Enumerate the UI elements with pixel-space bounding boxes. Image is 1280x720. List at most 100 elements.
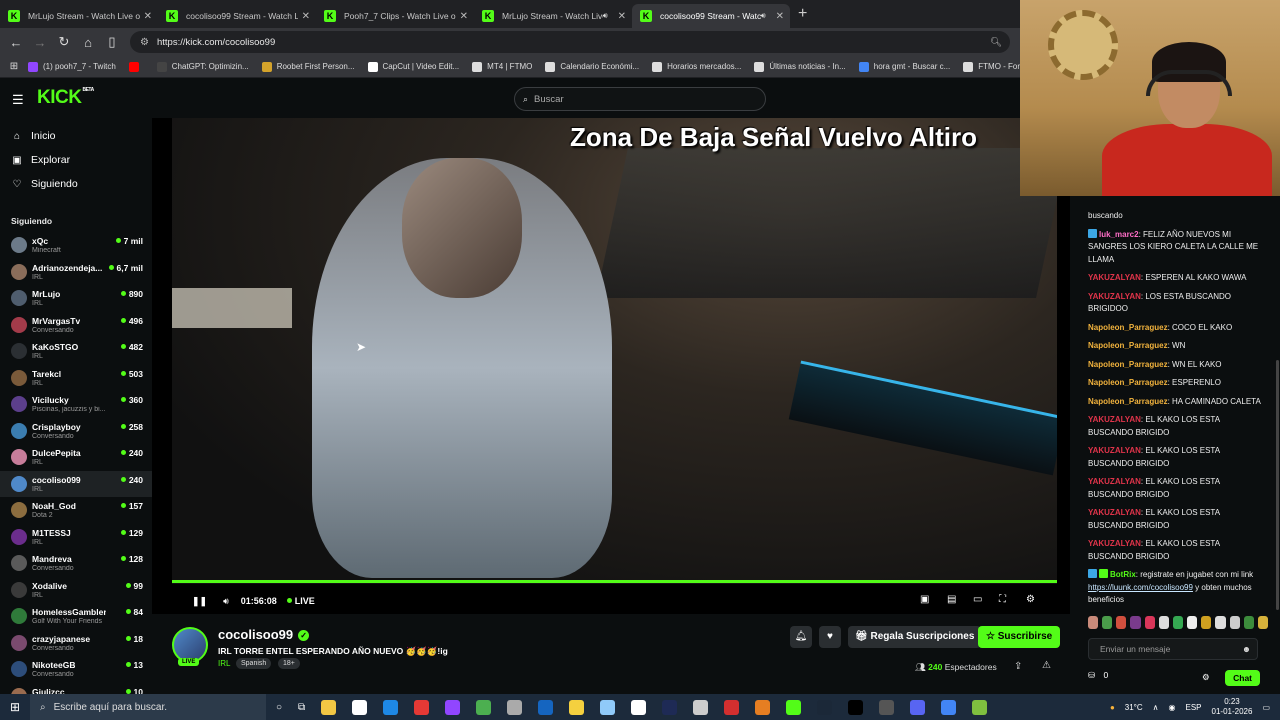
taskbar-app-icon[interactable]: [848, 699, 864, 715]
weather-icon[interactable]: ●: [1110, 703, 1115, 712]
chat-username[interactable]: YAKUZALYAN: [1088, 415, 1141, 424]
progress-bar[interactable]: [172, 580, 1057, 583]
taskbar-app-icon[interactable]: [879, 699, 895, 715]
chat-username[interactable]: YAKUZALYAN: [1088, 273, 1141, 282]
browser-tab[interactable]: K MrLujo Stream - Watch Live 🔊︎ ✕: [474, 4, 632, 28]
input-language[interactable]: ESP: [1186, 703, 1202, 712]
taskbar-app-icon[interactable]: [383, 699, 399, 715]
zoom-icon[interactable]: 🔍︎: [990, 37, 1002, 48]
sidebar-channel[interactable]: Crisplayboy Conversando 258: [0, 418, 152, 445]
emoji-icon[interactable]: ☻: [1242, 639, 1251, 659]
sidebar-channel[interactable]: DulcePepita IRL 240: [0, 444, 152, 471]
pause-icon[interactable]: ❚❚: [192, 596, 207, 607]
browser-tab[interactable]: K MrLujo Stream - Watch Live on ✕: [0, 4, 158, 28]
close-tab-icon[interactable]: ✕: [460, 11, 468, 22]
gift-subs-button[interactable]: 🎁︎ Regala Suscripciones: [848, 626, 982, 648]
sidebar-channel[interactable]: crazyjapanese Conversando 18: [0, 630, 152, 657]
menu-icon[interactable]: ☰: [12, 92, 24, 108]
taskbar-app-icon[interactable]: [755, 699, 771, 715]
settings-gear-icon[interactable]: ⚙: [1026, 594, 1035, 605]
weather-temp[interactable]: 31°C: [1125, 703, 1143, 712]
back-icon[interactable]: ←: [4, 35, 28, 50]
network-icon[interactable]: ◉: [1169, 703, 1176, 712]
taskbar-app-icon[interactable]: [631, 699, 647, 715]
browser-tab[interactable]: Kcocolisoo99 Stream - Watch 🔊︎ ✕: [632, 4, 790, 28]
sidebar-nav-explorar[interactable]: ▣ Explorar: [0, 148, 152, 172]
emote-icon[interactable]: [1243, 616, 1254, 629]
theater-icon[interactable]: ▭: [973, 594, 982, 605]
bookmark-item[interactable]: ChatGPT: Optimizin...: [156, 61, 249, 72]
bookmark-item[interactable]: [128, 61, 144, 72]
emote-icon[interactable]: [1158, 616, 1169, 629]
points-icon[interactable]: ⛁: [1088, 670, 1095, 680]
sidebar-channel[interactable]: xQc Minecraft 7 mil: [0, 232, 152, 259]
taskbar-app-icon[interactable]: [724, 699, 740, 715]
chat-scrollbar[interactable]: [1276, 360, 1279, 610]
sidebar-channel[interactable]: HomelessGambler69Golf With Your Friends 8…: [0, 603, 152, 630]
live-indicator[interactable]: LIVE: [287, 596, 315, 606]
sidebar-channel[interactable]: Tarekcl IRL 503: [0, 365, 152, 392]
taskbar-app-icon[interactable]: [321, 699, 337, 715]
bookmark-item[interactable]: Roobet First Person...: [261, 61, 355, 72]
taskbar-app-icon[interactable]: [445, 699, 461, 715]
taskbar-app-icon[interactable]: [538, 699, 554, 715]
close-tab-icon[interactable]: ✕: [776, 11, 784, 22]
bookmark-item[interactable]: hora gmt - Buscar c...: [858, 61, 950, 72]
bookmark-item[interactable]: CapCut | Video Edit...: [367, 61, 459, 72]
sidebar-channel[interactable]: NikoteeGB Conversando 13: [0, 656, 152, 683]
chat-username[interactable]: YAKUZALYAN: [1088, 539, 1141, 548]
emote-icon[interactable]: [1257, 616, 1269, 629]
bookmark-item[interactable]: MT4 | FTMO: [472, 61, 532, 72]
streamer-name[interactable]: cocolisoo99 ✓: [218, 627, 310, 642]
chat-username[interactable]: YAKUZALYAN: [1088, 446, 1141, 455]
sidebar-nav-siguiendo[interactable]: ♡ Siguiendo: [0, 172, 152, 196]
chat-username[interactable]: Napoleon_Parraguez: [1088, 360, 1168, 369]
emote-icon[interactable]: [1116, 616, 1127, 629]
sidebar-channel[interactable]: cocoliso099 IRL 240: [0, 470, 152, 497]
chat-username[interactable]: YAKUZALYAN: [1088, 477, 1141, 486]
report-warning-icon[interactable]: ⚠: [1042, 660, 1051, 671]
sidebar-channel[interactable]: KaKoSTGO IRL 482: [0, 338, 152, 365]
emote-icon[interactable]: [1172, 616, 1184, 629]
notification-bell-icon[interactable]: 🔔︎: [790, 626, 812, 648]
taskbar-search[interactable]: ⌕ Escribe aquí para buscar.: [30, 694, 266, 720]
emote-icon[interactable]: [1201, 616, 1212, 629]
sidebar-panel-icon[interactable]: ▯: [100, 34, 124, 50]
bookmark-item[interactable]: Horarios mercados...: [652, 61, 741, 72]
site-info-icon[interactable]: ⚙: [140, 37, 149, 48]
close-tab-icon[interactable]: ✕: [618, 11, 626, 22]
taskbar-app-icon[interactable]: [910, 699, 926, 715]
tag-mature[interactable]: 18+: [278, 658, 300, 669]
taskbar-app-icon[interactable]: [600, 699, 616, 715]
fullscreen-icon[interactable]: ⛶: [999, 594, 1006, 605]
cortana-icon[interactable]: ○: [276, 702, 282, 713]
miniplayer-icon[interactable]: ▤: [947, 594, 956, 605]
forward-icon[interactable]: →: [28, 35, 52, 50]
emote-icon[interactable]: [1130, 616, 1141, 629]
emote-icon[interactable]: [1215, 616, 1226, 629]
browser-tab[interactable]: K Pooh7_7 Clips - Watch Live on ✕: [316, 4, 474, 28]
chat-username[interactable]: Napoleon_Parraguez: [1088, 378, 1168, 387]
windows-start-icon[interactable]: ⊞: [10, 700, 20, 714]
emote-icon[interactable]: [1102, 616, 1113, 629]
chat-link[interactable]: https://luunk.com/cocolisoo99: [1088, 583, 1193, 592]
browser-tab[interactable]: Kcocolisoo99 Stream - Watch Liv ✕: [158, 4, 316, 28]
speaker-icon[interactable]: 🔊︎: [603, 11, 608, 21]
kick-logo[interactable]: KICKBETA: [37, 87, 94, 109]
pip-icon[interactable]: ▣: [920, 594, 929, 605]
taskbar-app-icon[interactable]: [507, 699, 523, 715]
tray-chevron-icon[interactable]: ∧: [1153, 703, 1159, 712]
sidebar-channel[interactable]: Vicilucky Piscinas, jacuzzis y bi... 360: [0, 391, 152, 418]
sidebar-channel[interactable]: Xodalive IRL 99: [0, 577, 152, 604]
taskbar-app-icon[interactable]: [476, 699, 492, 715]
task-view-icon[interactable]: ⧉: [298, 702, 305, 713]
new-tab-button[interactable]: +: [798, 5, 807, 23]
chat-username[interactable]: Napoleon_Parraguez: [1088, 323, 1168, 332]
subscribe-button[interactable]: ☆ Suscribirse: [978, 626, 1061, 648]
taskbar-app-icon[interactable]: [352, 699, 368, 715]
bookmark-item[interactable]: Últimas noticias - In...: [754, 61, 846, 72]
follow-heart-icon[interactable]: ♥: [819, 626, 841, 648]
chat-input[interactable]: Enviar un mensaje ☻: [1088, 638, 1258, 660]
notifications-icon[interactable]: ▭: [1262, 703, 1270, 712]
sidebar-channel[interactable]: Mandreva Conversando 128: [0, 550, 152, 577]
